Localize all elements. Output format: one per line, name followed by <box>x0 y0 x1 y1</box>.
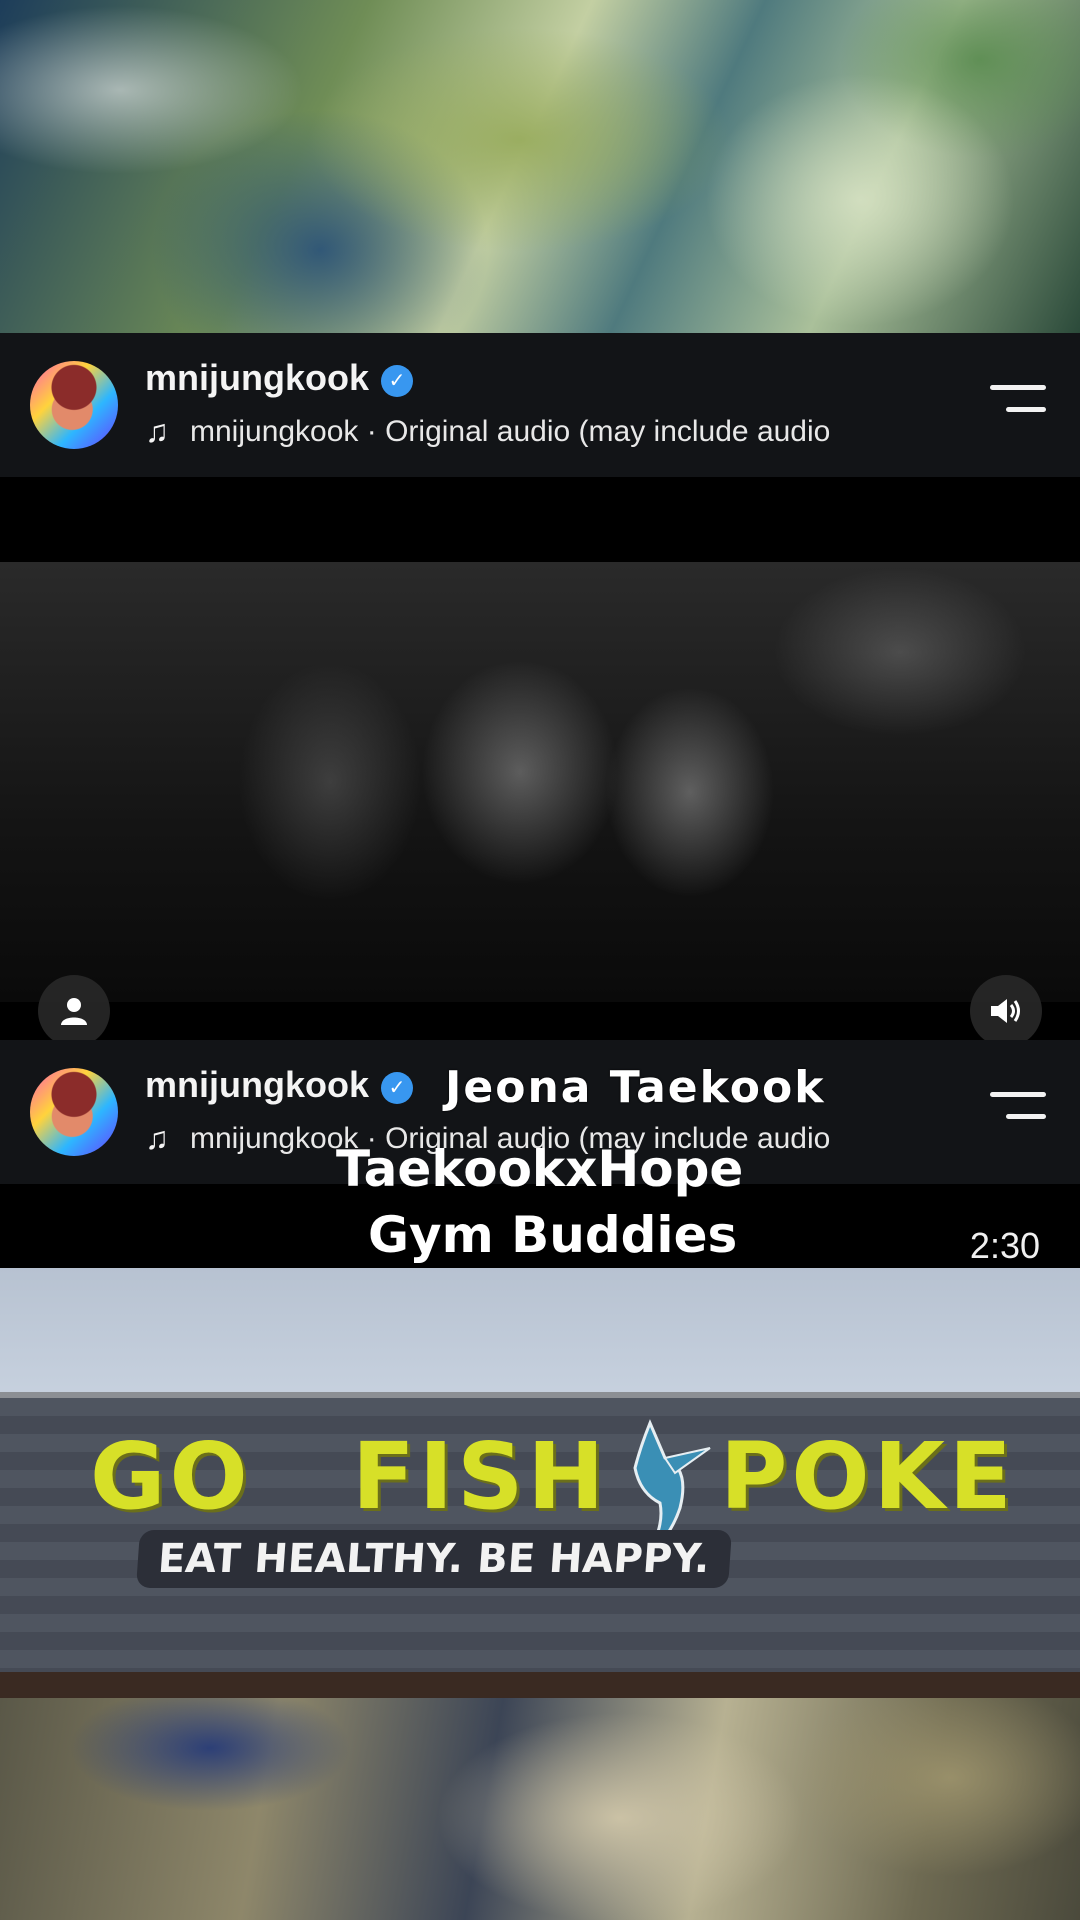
verified-badge-icon: ✓ <box>381 364 413 397</box>
video-player[interactable] <box>0 562 1080 1002</box>
sign-word-poke: POKE <box>720 1423 1016 1530</box>
avatar[interactable] <box>30 1068 118 1156</box>
sign-slogan: EAT HEALTHY. BE HAPPY. <box>135 1530 732 1588</box>
music-note-icon: ♫ <box>145 413 169 449</box>
video-duration: 2:30 <box>969 1225 1040 1266</box>
person-icon[interactable] <box>38 975 110 1047</box>
menu-icon[interactable] <box>990 1092 1046 1124</box>
sign-word-go: GO <box>90 1423 252 1530</box>
caption-line-2: Gym Buddies <box>368 1206 738 1264</box>
storefront-photo: GO FISH POKE EAT HEALTHY. BE HAPPY. <box>0 1268 1080 1698</box>
speaker-icon[interactable] <box>970 975 1042 1047</box>
username-label[interactable]: mnijungkook <box>145 1064 369 1105</box>
watermark-text: Jeona Taekook <box>445 1062 826 1113</box>
audio-info[interactable]: mnijungkook · Original audio (may includ… <box>190 415 930 449</box>
username[interactable]: mnijungkook ✓ <box>145 357 413 399</box>
caption-line-1: TaekookxHope <box>336 1140 744 1198</box>
background-glass-bottom <box>0 1698 1080 1920</box>
menu-icon[interactable] <box>990 385 1046 417</box>
post-header: mnijungkook ✓ ♫ mnijungkook · Original au… <box>0 333 1080 477</box>
username-label[interactable]: mnijungkook <box>145 357 369 398</box>
store-awning-trim <box>0 1672 1080 1698</box>
avatar[interactable] <box>30 361 118 449</box>
music-note-icon: ♫ <box>145 1120 169 1156</box>
sign-word-fish: FISH <box>352 1423 609 1530</box>
background-glass-top <box>0 0 1080 333</box>
verified-badge-icon: ✓ <box>381 1071 413 1104</box>
username[interactable]: mnijungkook ✓ <box>145 1064 413 1106</box>
